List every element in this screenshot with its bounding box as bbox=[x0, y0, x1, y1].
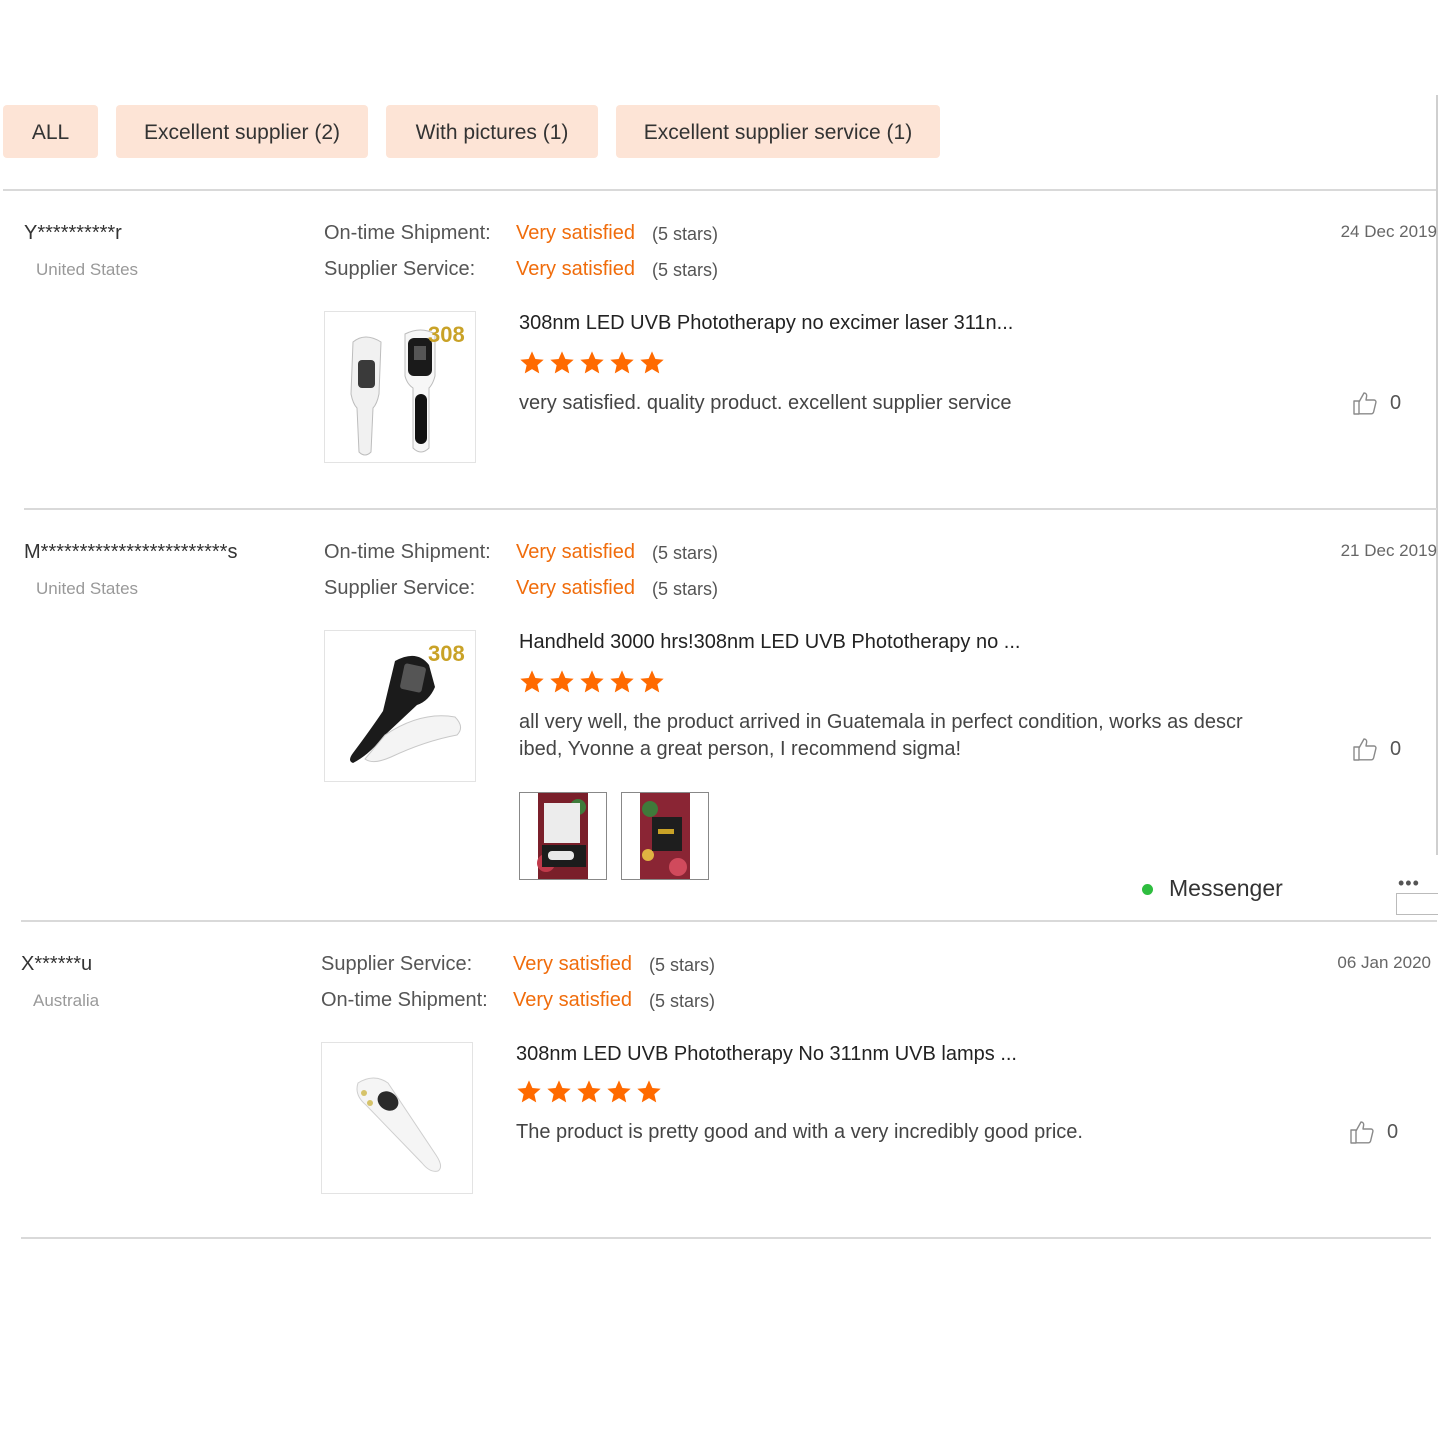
product-title[interactable]: 308nm LED UVB Phototherapy No 311nm UVB … bbox=[516, 1043, 1017, 1066]
messenger-label: Messenger bbox=[1169, 875, 1283, 901]
star-icon bbox=[520, 351, 544, 374]
star-icon bbox=[547, 1080, 571, 1103]
product-image: 308 bbox=[350, 641, 465, 763]
star-icon bbox=[580, 351, 604, 374]
star-icon bbox=[577, 1080, 601, 1103]
attribute-value: Very satisfied bbox=[516, 222, 635, 244]
filter-with-pictures[interactable]: With pictures (1) bbox=[386, 105, 598, 158]
attribute-stars: (5 stars) bbox=[652, 224, 719, 244]
attribute-value: Very satisfied bbox=[516, 258, 635, 280]
attribute-stars: (5 stars) bbox=[652, 260, 719, 280]
attribute-value: Very satisfied bbox=[513, 953, 632, 975]
review-photo[interactable] bbox=[519, 792, 607, 880]
product-badge: 308 bbox=[428, 322, 465, 347]
reviewer-name: X******u bbox=[21, 953, 93, 975]
star-icon bbox=[610, 670, 634, 693]
review-photo-image bbox=[622, 793, 708, 879]
product-title[interactable]: 308nm LED UVB Phototherapy no excimer la… bbox=[519, 312, 1013, 335]
review-photo-image bbox=[520, 793, 606, 879]
star-rating bbox=[517, 349, 667, 377]
product-badge: 308 bbox=[428, 641, 465, 666]
review-date: 06 Jan 2020 bbox=[1337, 953, 1431, 972]
reviewer-name: M************************s bbox=[24, 541, 238, 563]
product-image: 308 bbox=[350, 322, 465, 456]
filter-excellent-supplier[interactable]: Excellent supplier (2) bbox=[116, 105, 368, 158]
attribute-label: Supplier Service: bbox=[324, 577, 476, 599]
attribute-stars: (5 stars) bbox=[649, 955, 716, 975]
attribute-stars: (5 stars) bbox=[649, 991, 716, 1011]
messenger-widget[interactable]: Messenger ••• bbox=[1128, 855, 1438, 919]
more-icon[interactable]: ••• bbox=[1398, 873, 1420, 894]
like-button[interactable]: 0 bbox=[1352, 390, 1401, 416]
reviewer-country: United States bbox=[36, 260, 139, 279]
thumbs-up-icon bbox=[1353, 738, 1377, 761]
divider bbox=[21, 920, 1437, 922]
review-photos bbox=[519, 792, 719, 882]
attribute-stars: (5 stars) bbox=[652, 579, 719, 599]
thumbs-up-icon bbox=[1350, 1121, 1374, 1144]
review-comment: The product is pretty good and with a ve… bbox=[516, 1121, 1083, 1143]
filter-all[interactable]: ALL bbox=[3, 105, 98, 158]
attribute-label: On-time Shipment: bbox=[324, 541, 491, 563]
star-icon bbox=[520, 670, 544, 693]
product-thumbnail[interactable] bbox=[321, 1042, 473, 1194]
star-rating bbox=[517, 668, 667, 696]
online-status-dot bbox=[1142, 884, 1153, 895]
review-comment-line: all very well, the product arrived in Gu… bbox=[519, 711, 1243, 733]
product-image bbox=[356, 1077, 442, 1172]
attribute-value: Very satisfied bbox=[516, 541, 635, 563]
messenger-minimized-tab[interactable] bbox=[1396, 893, 1438, 915]
attribute-label: On-time Shipment: bbox=[321, 989, 488, 1011]
review-date: 21 Dec 2019 bbox=[1340, 541, 1437, 560]
like-count: 0 bbox=[1390, 391, 1402, 414]
star-icon bbox=[640, 670, 664, 693]
star-icon bbox=[610, 351, 634, 374]
like-button[interactable]: 0 bbox=[1349, 1119, 1398, 1145]
attribute-label: On-time Shipment: bbox=[324, 222, 491, 244]
product-thumbnail[interactable]: 308 bbox=[324, 630, 476, 782]
star-rating bbox=[514, 1078, 664, 1106]
divider bbox=[24, 508, 1437, 510]
review-comment-line: ibed, Yvonne a great person, I recommend… bbox=[519, 738, 962, 760]
star-icon bbox=[607, 1080, 631, 1103]
like-count: 0 bbox=[1387, 1120, 1399, 1143]
divider bbox=[1436, 510, 1438, 855]
divider bbox=[21, 1237, 1431, 1239]
review-photo[interactable] bbox=[621, 792, 709, 880]
star-icon bbox=[580, 670, 604, 693]
reviewer-country: United States bbox=[36, 579, 139, 598]
star-icon bbox=[517, 1080, 541, 1103]
attribute-value: Very satisfied bbox=[516, 577, 635, 599]
like-button[interactable]: 0 bbox=[1352, 736, 1401, 762]
review-comment: very satisfied. quality product. excelle… bbox=[519, 392, 1012, 414]
thumbs-up-icon bbox=[1353, 392, 1377, 415]
attribute-label: Supplier Service: bbox=[321, 953, 473, 975]
divider bbox=[1436, 95, 1438, 190]
review-comment: all very well, the product arrived in Gu… bbox=[519, 709, 1279, 763]
divider bbox=[3, 189, 1437, 191]
star-icon bbox=[550, 670, 574, 693]
reviewer-country: Australia bbox=[33, 991, 100, 1010]
reviewer-name: Y**********r bbox=[24, 222, 122, 244]
filter-excellent-supplier-service[interactable]: Excellent supplier service (1) bbox=[616, 105, 940, 158]
product-thumbnail[interactable]: 308 bbox=[324, 311, 476, 463]
product-title[interactable]: Handheld 3000 hrs!308nm LED UVB Photothe… bbox=[519, 631, 1020, 654]
star-icon bbox=[637, 1080, 661, 1103]
review-date: 24 Dec 2019 bbox=[1340, 222, 1437, 241]
star-icon bbox=[640, 351, 664, 374]
attribute-stars: (5 stars) bbox=[652, 543, 719, 563]
like-count: 0 bbox=[1390, 737, 1402, 760]
star-icon bbox=[550, 351, 574, 374]
attribute-label: Supplier Service: bbox=[324, 258, 476, 280]
attribute-value: Very satisfied bbox=[513, 989, 632, 1011]
